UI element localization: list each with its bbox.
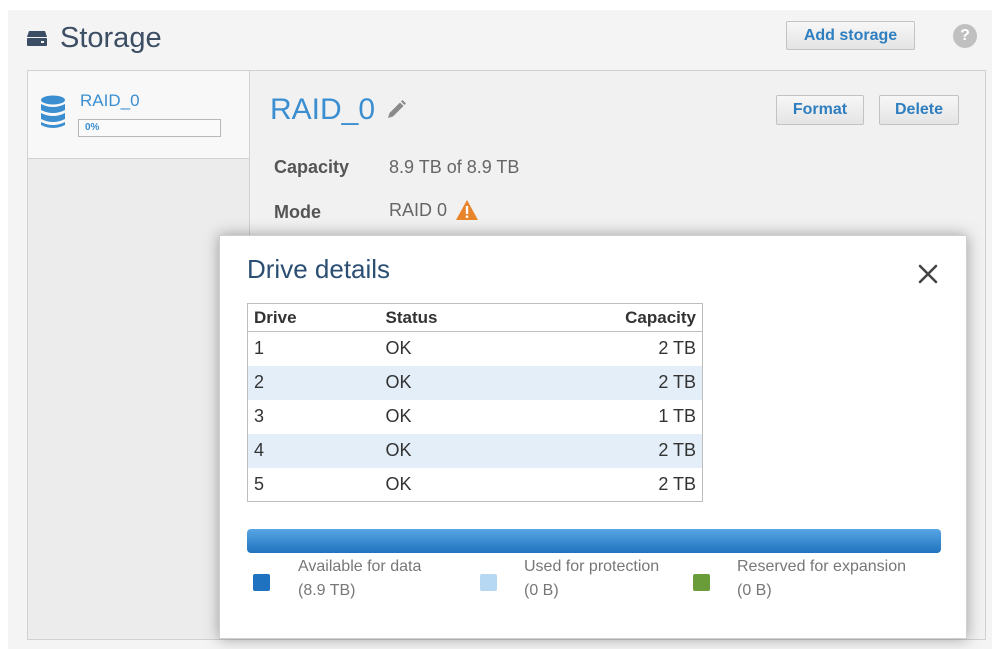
legend-value: (0 B) [737,582,772,599]
database-icon [41,95,65,128]
volume-usage-progress: 0% [78,119,221,137]
volume-name: RAID_0 [270,93,376,126]
sidebar-item-label: RAID_0 [80,91,140,110]
mode-value-group: RAID 0 [389,199,479,221]
capacity-cell: 2 TB [539,365,703,400]
column-header-drive: Drive [247,303,380,332]
column-header-status: Status [379,303,540,332]
add-storage-button[interactable]: Add storage [786,21,915,50]
drive-cell: 3 [254,406,265,426]
dialog-title: Drive details [247,254,391,284]
storage-icon [27,31,47,46]
capacity-cell: 2 TB [658,338,696,359]
table-row: 5 OK 2 TB [248,468,703,502]
pencil-icon[interactable] [385,99,407,121]
legend-swatch-expansion [693,574,710,591]
mode-value: RAID 0 [389,199,448,220]
help-icon[interactable]: ? [953,24,977,48]
page-title: Storage [60,21,162,54]
legend-swatch-available [253,574,270,591]
capacity-usage-bar [247,529,941,553]
legend-label: Reserved for expansion [737,558,906,575]
capacity-value: 8.9 TB of 8.9 TB [389,157,520,177]
sidebar: RAID_0 0% [28,71,250,639]
status-cell: OK [385,473,412,494]
table-row: 3 OK 1 TB [248,400,703,434]
close-icon[interactable] [917,263,939,285]
capacity-cell: 2 TB [539,433,703,468]
table-row: 4 OK 2 TB [247,433,703,468]
table-header-row: Drive Status Capacity [247,303,703,332]
drive-cell: 2 [247,365,380,400]
drive-table: Drive Status Capacity 1 OK 2 TB 2 OK 2 T… [247,303,703,502]
status-cell: OK [379,365,540,400]
column-header-capacity: Capacity [539,303,703,332]
mode-label: Mode [274,202,321,222]
legend-label: Used for protection [524,558,660,575]
page-header: Storage [26,18,162,58]
sidebar-item-raid-0[interactable]: RAID_0 0% [28,71,249,159]
table-row: 1 OK 2 TB [248,332,703,366]
legend-value: (8.9 TB) [298,582,356,599]
format-button[interactable]: Format [776,95,864,125]
volume-title: RAID_0 [270,93,407,127]
drive-cell: 4 [247,433,380,468]
delete-button[interactable]: Delete [879,95,959,125]
warning-icon[interactable] [455,199,479,221]
capacity-label: Capacity [274,157,350,177]
capacity-cell: 1 TB [658,406,696,426]
legend-swatch-protection [480,574,497,591]
drive-cell: 5 [254,473,265,494]
status-cell: OK [379,433,540,468]
status-cell: OK [385,338,412,359]
drive-details-dialog: Drive details Drive Status Capacity 1 OK… [219,235,967,639]
table-row: 2 OK 2 TB [247,365,703,400]
legend-label: Available for data [298,558,422,575]
drive-cell: 1 [254,338,265,359]
capacity-cell: 2 TB [658,473,696,494]
status-cell: OK [385,406,412,426]
legend-value: (0 B) [524,582,559,599]
